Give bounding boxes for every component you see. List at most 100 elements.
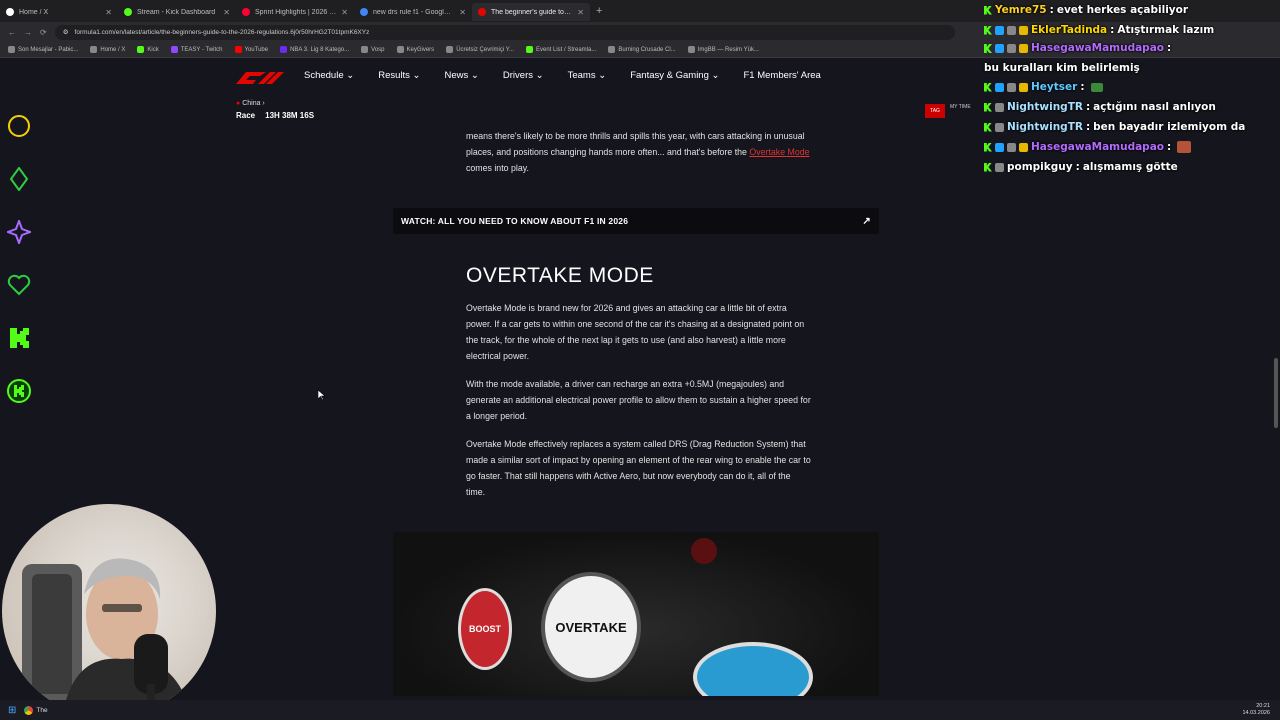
diamond-badge-icon — [995, 82, 1004, 92]
streamer-webcam-image — [22, 558, 192, 718]
section-heading: OVERTAKE MODE — [466, 264, 654, 287]
folder-icon — [361, 46, 369, 53]
new-tab-button[interactable]: + — [590, 5, 608, 17]
star-icon — [7, 220, 31, 244]
overtake-mode-link[interactable]: Overtake Mode — [749, 147, 809, 157]
nav-results[interactable]: Results ⌄ — [378, 70, 420, 81]
gift-badge-icon — [1019, 44, 1028, 53]
tab-3[interactable]: new drs rule f1 - Google'da Ara✕ — [354, 3, 472, 21]
bookmark-item[interactable]: TEASY - Twitch — [170, 46, 223, 53]
gift-badge-icon — [1019, 25, 1028, 35]
tag-heuer-logo: TAG — [925, 104, 945, 118]
sub-badge-icon — [995, 122, 1004, 132]
emote-icon — [1177, 141, 1192, 153]
bookmark-icon — [170, 46, 178, 53]
site-info-icon[interactable]: ⚙ — [63, 28, 69, 36]
close-tab-icon[interactable]: ✕ — [341, 8, 348, 17]
url-field[interactable]: ⚙ formula1.com/en/latest/article/the-begi… — [54, 24, 955, 40]
diamond-icon — [9, 167, 29, 191]
windows-taskbar: ⊞ The 20:21 14.03.2026 — [0, 700, 1280, 720]
chat-message: Heytser: — [980, 77, 1280, 97]
tab-1[interactable]: Stream - Kick Dashboard ✕ — [118, 3, 236, 21]
diamond-badge-icon — [995, 44, 1004, 53]
sub-badge-icon — [1007, 44, 1016, 53]
folder-icon — [396, 46, 404, 53]
nav-fantasy[interactable]: Fantasy & Gaming ⌄ — [630, 70, 719, 81]
boost-button-image: BOOST — [458, 588, 512, 670]
taskbar-clock[interactable]: 20:21 14.03.2026 — [1242, 703, 1270, 717]
overtake-button-image: OVERTAKE — [541, 572, 641, 682]
nav-teams[interactable]: Teams ⌄ — [568, 70, 607, 81]
chat-message: NightwingTR: ben bayadır izlemiyom da — [980, 117, 1280, 137]
my-time-label: MY TIME — [950, 104, 971, 110]
diamond-badge-icon — [995, 142, 1004, 152]
sub-badge-icon — [1007, 25, 1016, 35]
f1-logo-icon[interactable] — [236, 70, 284, 84]
mouse-cursor-icon — [318, 390, 326, 400]
taskbar-chrome-app[interactable]: The — [24, 705, 48, 715]
bookmark-item[interactable]: NBA 3. Lig 8 Katego... — [280, 46, 349, 53]
bookmark-item[interactable]: YouTube — [234, 46, 268, 53]
bookmark-item[interactable]: Event List / Streamla... — [525, 46, 596, 53]
close-tab-icon[interactable]: ✕ — [459, 8, 466, 17]
kick-badge-icon — [984, 142, 992, 152]
diamond-badge-icon — [995, 25, 1004, 35]
bookmark-item[interactable]: Vosp — [361, 46, 385, 53]
sub-badge-icon — [995, 162, 1004, 172]
close-tab-icon[interactable]: ✕ — [577, 8, 584, 17]
stream-chat-overlay: Yemre75: evet herkes açabiliyor EklerTadi… — [980, 0, 1280, 190]
chat-message: pompikguy: alışmamış götte — [980, 157, 1280, 177]
bookmark-item[interactable]: Home / X — [90, 46, 125, 53]
bookmark-icon — [525, 46, 533, 53]
tab-0[interactable]: Home / X ✕ — [0, 3, 118, 21]
kick-badge-icon — [984, 44, 992, 53]
kick-badge-icon — [984, 5, 992, 15]
kick-badge-icon — [7, 379, 31, 403]
bookmark-icon — [687, 46, 695, 53]
bookmark-item[interactable]: ImgBB — Resim Yük... — [687, 46, 759, 53]
kick-badge-icon — [984, 25, 992, 35]
tab-4[interactable]: The beginner's guide to the 20...✕ — [472, 3, 590, 21]
intro-paragraph: means there's likely to be more thrills … — [466, 131, 810, 173]
paragraph-1: Overtake Mode is brand new for 2026 and … — [466, 303, 805, 361]
bookmark-item[interactable]: Kick — [137, 46, 159, 53]
bookmark-item[interactable]: KeyGivers — [396, 46, 434, 53]
back-icon[interactable]: ← — [8, 28, 16, 37]
bookmark-icon — [280, 46, 288, 53]
sub-badge-icon — [1007, 142, 1016, 152]
chrome-icon — [24, 705, 34, 715]
nav-news[interactable]: News ⌄ — [445, 70, 479, 81]
forward-icon[interactable]: → — [24, 28, 32, 37]
bookmark-icon — [446, 46, 454, 53]
reload-icon[interactable]: ⟳ — [40, 28, 47, 37]
red-knob — [691, 538, 717, 564]
race-countdown[interactable]: ● China › Race 13H 38M 16S — [236, 100, 314, 120]
gift-badge-icon — [1019, 142, 1028, 152]
x-icon — [6, 8, 14, 16]
tab-2[interactable]: Sprint Highlights | 2026 Chines...✕ — [236, 3, 354, 21]
nav-drivers[interactable]: Drivers ⌄ — [503, 70, 544, 81]
bookmark-item[interactable]: Son Mesajlar - Pabic... — [8, 46, 78, 53]
scrollbar[interactable] — [1274, 358, 1278, 428]
chat-message: HasegawaMamudapao: — [980, 137, 1280, 157]
watch-video-banner[interactable]: WATCH: ALL YOU NEED TO KNOW ABOUT F1 IN … — [393, 208, 879, 234]
bookmark-item[interactable]: Ücretsiz Çevrimiçi Y... — [446, 46, 514, 53]
kick-icon — [124, 8, 132, 16]
webcam-overlay — [2, 504, 216, 718]
chat-message: Yemre75: evet herkes açabiliyor — [980, 0, 1280, 20]
sub-badge-icon — [995, 102, 1004, 112]
external-arrow-icon: ↗ — [862, 215, 871, 227]
chat-message: EklerTadinda: Atıştırmak lazım — [980, 20, 1280, 40]
paragraph-3: Overtake Mode effectively replaces a sys… — [466, 439, 811, 497]
kick-badge-icon — [984, 162, 992, 172]
blue-button-image — [693, 642, 813, 696]
nav-schedule[interactable]: Schedule ⌄ — [304, 70, 354, 81]
close-tab-icon[interactable]: ✕ — [105, 8, 112, 17]
close-tab-icon[interactable]: ✕ — [223, 8, 230, 17]
nav-members[interactable]: F1 Members' Area — [743, 70, 820, 81]
bookmark-item[interactable]: Burning Crusade Cl... — [608, 46, 676, 53]
emote-icon — [1090, 82, 1103, 92]
chat-message: HasegawaMamudapao: bu kuralları kim belir… — [984, 42, 1172, 74]
windows-start-icon[interactable]: ⊞ — [8, 705, 16, 716]
bookmark-icon — [8, 46, 15, 53]
